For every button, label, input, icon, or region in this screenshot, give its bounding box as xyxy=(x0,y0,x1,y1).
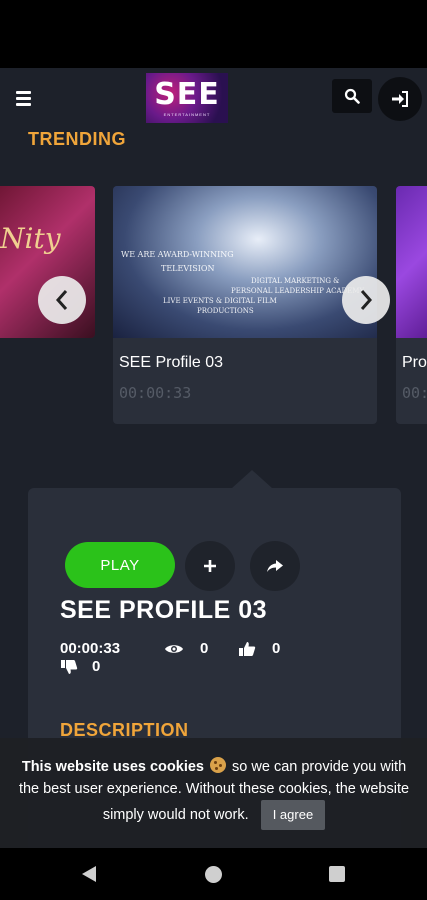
back-icon[interactable] xyxy=(82,866,96,882)
card-body: Pro 00: xyxy=(396,338,427,418)
logo-tagline: ENTERTAINMENT xyxy=(163,111,211,117)
dislikes-stat[interactable]: 0 xyxy=(60,658,100,675)
status-bar xyxy=(0,0,427,68)
video-card-current[interactable]: WE ARE AWARD-WINNING TELEVISION DIGITAL … xyxy=(113,186,377,424)
home-icon[interactable] xyxy=(205,866,222,883)
panel-pointer xyxy=(232,470,272,488)
menu-icon[interactable] xyxy=(16,88,36,108)
card-body: SEE Profile 03 00:00:33 xyxy=(113,338,377,418)
thumb-line: LIVE EVENTS & DIGITAL FILM xyxy=(163,297,277,305)
add-to-list-button[interactable] xyxy=(185,541,235,591)
chevron-left-icon xyxy=(55,290,68,310)
views-value: 0 xyxy=(200,640,209,657)
thumbnail-text: WE ARE AWARD-WINNING TELEVISION DIGITAL … xyxy=(121,248,364,316)
share-button[interactable] xyxy=(250,541,300,591)
video-thumbnail xyxy=(396,186,427,338)
share-icon xyxy=(267,560,283,572)
trending-title: TRENDING xyxy=(28,129,126,149)
thumb-line: WE ARE AWARD-WINNING xyxy=(121,250,234,259)
video-title: SEE PROFILE 03 xyxy=(60,596,268,624)
play-button[interactable]: PLAY xyxy=(65,542,175,588)
views-stat: 0 xyxy=(164,640,208,657)
video-duration: 00:00:33 xyxy=(119,384,192,402)
trending-carousel: Nity WE ARE AWARD-WINNING TELEVISION DIG… xyxy=(0,186,427,426)
search-button[interactable] xyxy=(332,79,372,113)
video-thumbnail: WE ARE AWARD-WINNING TELEVISION DIGITAL … xyxy=(113,186,377,338)
thumb-line: PERSONAL LEADERSHIP ACADEMY xyxy=(231,287,365,295)
video-title: SEE Profile 03 xyxy=(119,354,224,371)
thumbnail-text: Nity xyxy=(0,222,61,255)
carousel-next-button[interactable] xyxy=(342,276,390,324)
app-screen: SEE ENTERTAINMENT TRENDING Nity WE ARE A… xyxy=(0,68,427,848)
logo[interactable]: SEE ENTERTAINMENT xyxy=(146,73,228,123)
cookie-icon xyxy=(210,757,227,773)
video-duration: 00: xyxy=(402,384,427,402)
eye-icon xyxy=(165,644,183,653)
thumb-line: TELEVISION xyxy=(161,264,215,273)
likes-stat[interactable]: 0 xyxy=(238,640,280,657)
likes-value: 0 xyxy=(272,640,281,657)
carousel-prev-button[interactable] xyxy=(38,276,86,324)
chevron-right-icon xyxy=(360,290,373,310)
thumb-line: PRODUCTIONS xyxy=(197,307,254,315)
video-title: Pro xyxy=(402,354,427,371)
agree-button[interactable]: I agree xyxy=(260,800,326,830)
cookie-bold-text: This website uses cookies xyxy=(21,759,204,775)
logo-text: SEE xyxy=(154,76,220,112)
thumb-line: DIGITAL MARKETING & xyxy=(251,277,340,285)
video-card-next[interactable]: Pro 00: xyxy=(396,186,427,424)
plus-icon xyxy=(204,560,216,572)
header: SEE ENTERTAINMENT xyxy=(0,68,427,128)
duration-value: 00:00:33 xyxy=(60,640,121,657)
duration-stat: 00:00:33 xyxy=(60,640,120,657)
thumbs-down-icon xyxy=(61,659,78,674)
system-navigation-bar xyxy=(0,848,427,900)
cookie-message: This website uses cookies so we can prov… xyxy=(14,756,414,830)
login-button[interactable] xyxy=(378,77,422,121)
recents-icon[interactable] xyxy=(329,866,345,882)
sign-in-icon xyxy=(392,91,408,107)
dislikes-value: 0 xyxy=(92,658,101,675)
cookie-banner: This website uses cookies so we can prov… xyxy=(0,738,427,848)
search-icon xyxy=(344,88,360,104)
thumbs-up-icon xyxy=(239,641,256,656)
